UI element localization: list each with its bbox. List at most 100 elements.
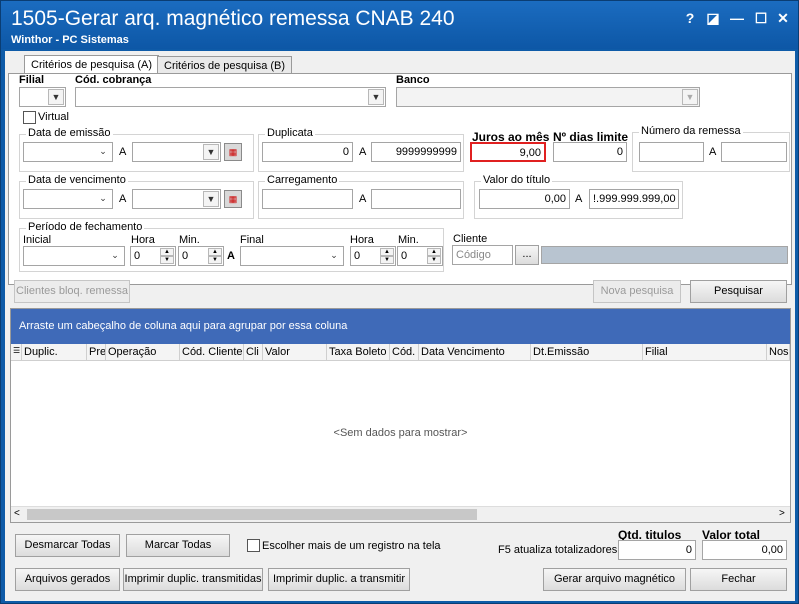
maximize-icon[interactable]: ☐ [752, 9, 770, 27]
client-area: Critérios de pesquisa (A) Critérios de p… [5, 51, 795, 601]
marcar-todas-button[interactable]: Marcar Todas [126, 534, 230, 557]
escolher-checkbox[interactable] [247, 539, 260, 552]
cod-cobranca-label: Cód. cobrança [75, 74, 152, 86]
spin-up-icon[interactable]: ▲ [160, 248, 174, 256]
cliente-search-button[interactable]: ... [515, 245, 539, 265]
hora-inicial-value: 0 [134, 250, 141, 262]
column-header[interactable]: Dt.Emissão [531, 344, 643, 361]
scroll-left-icon[interactable]: < [14, 508, 20, 519]
chevron-down-icon: ▼ [203, 144, 219, 160]
spin-down-icon[interactable]: ▼ [160, 256, 174, 264]
min-label: Min. [179, 234, 200, 246]
final-date[interactable]: ⌄ [240, 246, 344, 266]
data-vencimento-from[interactable]: ⌄ [23, 189, 113, 209]
a-label: A [359, 193, 367, 205]
final-label: Final [240, 234, 264, 246]
valor-to-input[interactable]: !.999.999.999,00 [589, 189, 679, 209]
row-selector-icon[interactable]: ☰ [11, 344, 22, 361]
fechar-button[interactable]: Fechar [690, 568, 787, 591]
group-by-bar[interactable]: Arraste um cabeçalho de coluna aqui para… [11, 309, 790, 344]
hora-label: Hora [131, 234, 155, 246]
column-header[interactable]: Pre [87, 344, 106, 361]
horizontal-scrollbar[interactable]: < > [11, 506, 790, 522]
spin-up-icon[interactable]: ▲ [427, 248, 441, 256]
a-bold-label: A [227, 250, 235, 262]
column-header[interactable]: Nos [767, 344, 790, 361]
column-header[interactable]: Cód. Cliente [180, 344, 244, 361]
f5-hint-label: F5 atualiza totalizadores [498, 544, 618, 556]
arquivos-gerados-button[interactable]: Arquivos gerados [15, 568, 120, 591]
column-header[interactable]: Operação [106, 344, 180, 361]
cod-cobranca-select[interactable]: ▼ [75, 87, 386, 107]
hora-final-spinner[interactable]: 0 ▲ ▼ [350, 246, 396, 266]
calendar-icon[interactable]: ▦ [224, 143, 242, 161]
banco-select[interactable]: ▼ [396, 87, 700, 107]
spin-up-icon[interactable]: ▲ [380, 248, 394, 256]
tab-panel: Filial ▼ Cód. cobrança ▼ Banco ▼ Virtual… [8, 73, 792, 285]
column-header[interactable]: Valor [263, 344, 327, 361]
filial-label: Filial [19, 74, 45, 86]
minimize-icon[interactable]: — [728, 9, 746, 27]
title-bar[interactable]: 1505-Gerar arq. magnético remessa CNAB 2… [1, 1, 798, 49]
remessa-to-input[interactable] [721, 142, 787, 162]
data-emissao-from[interactable]: ⌄ [23, 142, 113, 162]
chevron-down-icon: ▼ [48, 89, 64, 105]
filial-select[interactable]: ▼ [19, 87, 66, 107]
remessa-from-input[interactable] [639, 142, 704, 162]
pesquisar-button[interactable]: Pesquisar [690, 280, 787, 303]
dias-limite-input[interactable]: 0 [553, 142, 627, 162]
window-subtitle: Winthor - PC Sistemas [11, 34, 129, 46]
scrollbar-thumb[interactable] [27, 509, 477, 520]
imprimir-transmitidas-button[interactable]: Imprimir duplic. transmitidas [123, 568, 263, 591]
data-vencimento-label: Data de vencimento [26, 174, 128, 186]
duplicata-to-input[interactable]: 9999999999 [371, 142, 461, 162]
scroll-right-icon[interactable]: > [779, 508, 785, 519]
restore-icon[interactable]: ◪ [704, 9, 722, 27]
min-inicial-spinner[interactable]: 0 ▲ ▼ [178, 246, 224, 266]
duplicata-from-input[interactable]: 0 [262, 142, 353, 162]
column-header[interactable]: Data Vencimento [419, 344, 531, 361]
empty-state-text: <Sem dados para mostrar> [333, 427, 468, 439]
hora-final-value: 0 [354, 250, 361, 262]
chevron-down-icon: ⌄ [99, 146, 107, 156]
min-label: Min. [398, 234, 419, 246]
inicial-date[interactable]: ⌄ [23, 246, 125, 266]
a-label: A [119, 146, 127, 158]
spin-down-icon[interactable]: ▼ [427, 256, 441, 264]
duplicata-label: Duplicata [265, 127, 315, 139]
carregamento-from-input[interactable] [262, 189, 353, 209]
escolher-label: Escolher mais de um registro na tela [262, 540, 441, 552]
carregamento-to-input[interactable] [371, 189, 461, 209]
imprimir-a-transmitir-button[interactable]: Imprimir duplic. a transmitir [268, 568, 410, 591]
column-header[interactable]: Cód. [390, 344, 419, 361]
spin-up-icon[interactable]: ▲ [208, 248, 222, 256]
spin-down-icon[interactable]: ▼ [208, 256, 222, 264]
spin-down-icon[interactable]: ▼ [380, 256, 394, 264]
cliente-code-input[interactable]: Código [452, 245, 513, 265]
virtual-checkbox[interactable] [23, 111, 36, 124]
column-header[interactable]: Taxa Boleto [327, 344, 390, 361]
desmarcar-todas-button[interactable]: Desmarcar Todas [15, 534, 120, 557]
clientes-bloq-button[interactable]: Clientes bloq. remessa [14, 280, 130, 303]
chevron-down-icon: ⌄ [330, 250, 338, 260]
hora-inicial-spinner[interactable]: 0 ▲ ▼ [130, 246, 176, 266]
column-header[interactable]: Duplic. [22, 344, 87, 361]
close-icon[interactable]: ✕ [774, 9, 792, 27]
column-header[interactable]: Cli [244, 344, 263, 361]
min-final-value: 0 [401, 250, 408, 262]
juros-input[interactable]: 9,00 [470, 142, 546, 162]
a-label: A [575, 193, 583, 205]
data-vencimento-to[interactable]: ▼ [132, 189, 221, 209]
chevron-down-icon: ▼ [368, 89, 384, 105]
gerar-arquivo-button[interactable]: Gerar arquivo magnético [543, 568, 686, 591]
data-emissao-to[interactable]: ▼ [132, 142, 221, 162]
valor-from-input[interactable]: 0,00 [479, 189, 570, 209]
column-header[interactable]: Filial [643, 344, 767, 361]
hora-label: Hora [350, 234, 374, 246]
help-icon[interactable]: ? [681, 9, 699, 27]
nova-pesquisa-button[interactable]: Nova pesquisa [593, 280, 681, 303]
a-label: A [709, 146, 717, 158]
min-final-spinner[interactable]: 0 ▲ ▼ [397, 246, 443, 266]
periodo-label: Período de fechamento [26, 221, 145, 233]
calendar-icon[interactable]: ▦ [224, 190, 242, 208]
